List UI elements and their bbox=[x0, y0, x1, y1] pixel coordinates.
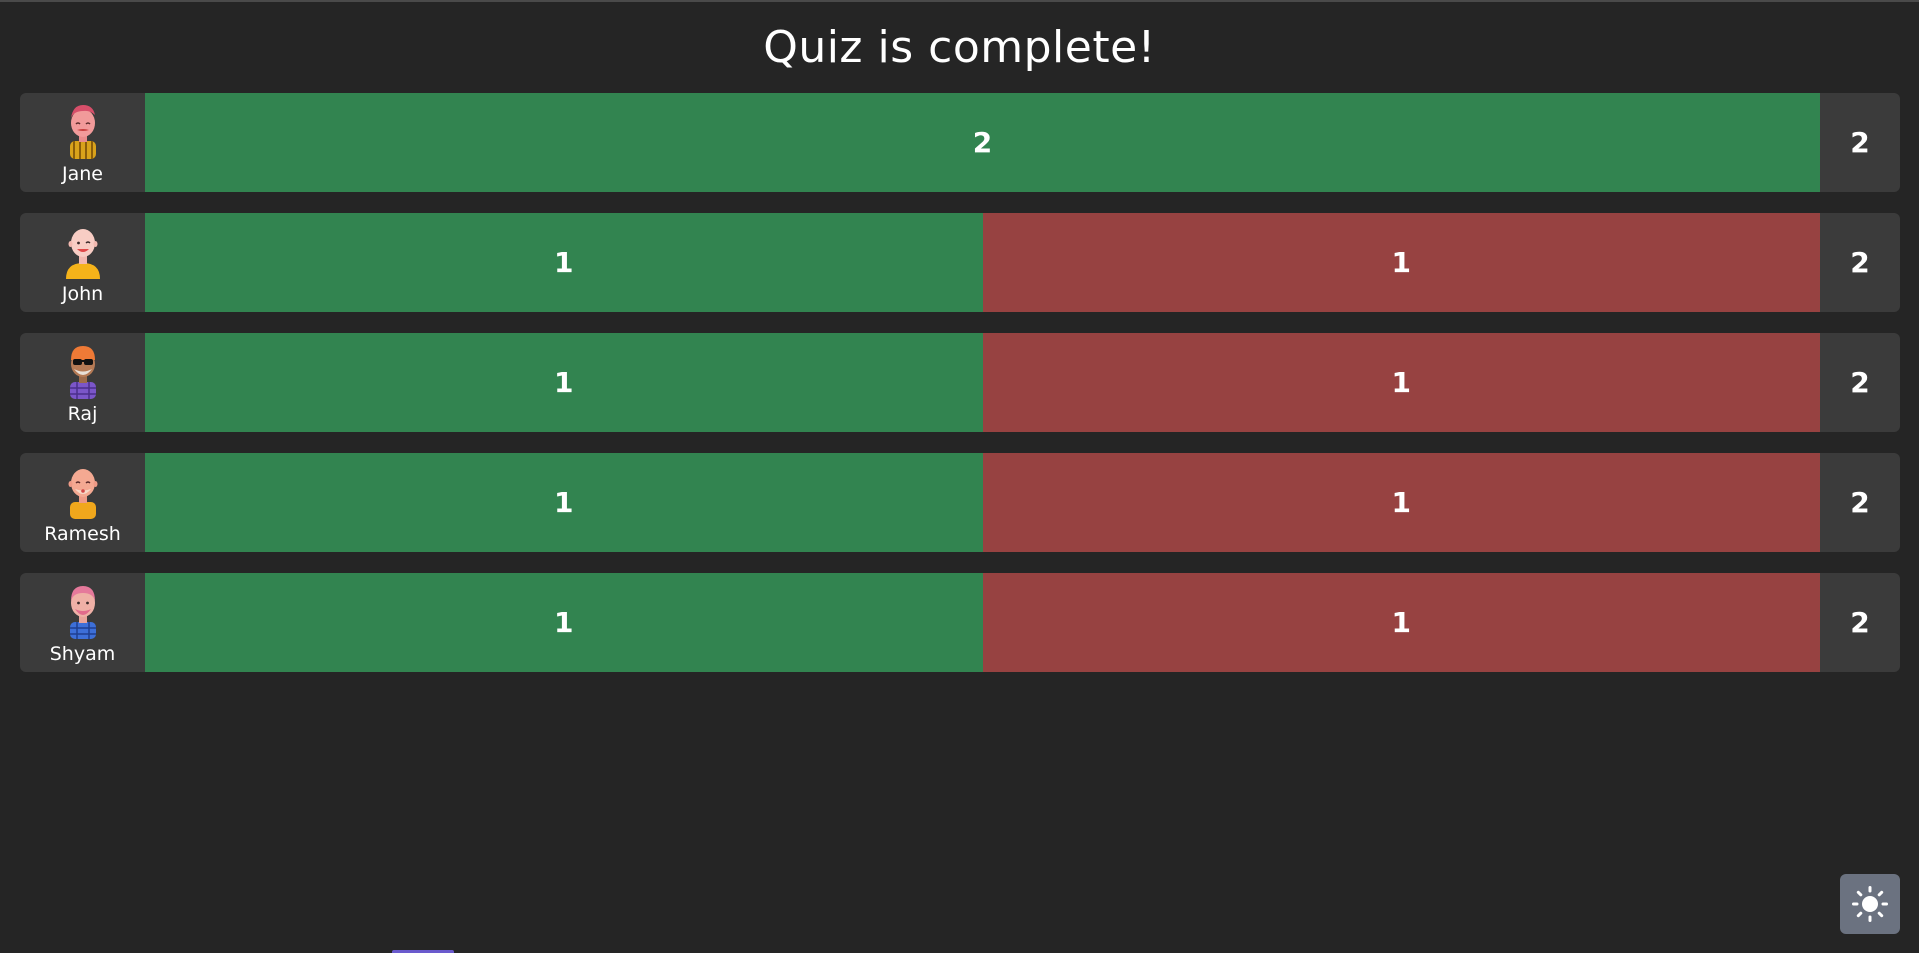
player-name: Raj bbox=[67, 403, 98, 425]
player-info: Shyam bbox=[20, 573, 145, 672]
wrong-bar: 1 bbox=[982, 213, 1820, 312]
result-row: Shyam 1 1 2 bbox=[20, 573, 1900, 672]
top-divider bbox=[0, 0, 1919, 2]
wrong-bar: 1 bbox=[982, 333, 1820, 432]
wrong-bar: 1 bbox=[982, 453, 1820, 552]
total-questions: 2 bbox=[1850, 246, 1870, 279]
player-name: Ramesh bbox=[44, 523, 121, 545]
score-bars: 2 0 bbox=[145, 93, 1820, 192]
wrong-bar: 1 bbox=[982, 573, 1820, 672]
sun-icon bbox=[1852, 886, 1888, 922]
player-name: Jane bbox=[62, 163, 103, 185]
avatar-raj-icon bbox=[69, 346, 96, 399]
theme-toggle-button[interactable] bbox=[1840, 874, 1900, 934]
score-bars: 1 1 bbox=[145, 213, 1820, 312]
player-info: John bbox=[20, 213, 145, 312]
results-list: Jane 2 0 2 John 1 1 2 bbox=[20, 93, 1900, 693]
player-info: Ramesh bbox=[20, 453, 145, 552]
result-row: Ramesh 1 1 2 bbox=[20, 453, 1900, 552]
score-bars: 1 1 bbox=[145, 453, 1820, 552]
total-questions: 2 bbox=[1850, 486, 1870, 519]
correct-bar: 2 bbox=[145, 93, 1820, 192]
total-questions: 2 bbox=[1850, 606, 1870, 639]
correct-bar: 1 bbox=[145, 333, 983, 432]
correct-bar: 1 bbox=[145, 453, 983, 552]
total-questions: 2 bbox=[1850, 366, 1870, 399]
avatar-jane-icon bbox=[69, 105, 96, 159]
player-name: John bbox=[61, 283, 104, 305]
score-bars: 1 1 bbox=[145, 573, 1820, 672]
correct-bar: 1 bbox=[145, 573, 983, 672]
player-info: Raj bbox=[20, 333, 145, 432]
total-questions: 2 bbox=[1850, 126, 1870, 159]
correct-bar: 1 bbox=[145, 213, 983, 312]
result-row: John 1 1 2 bbox=[20, 213, 1900, 312]
player-name: Shyam bbox=[49, 643, 116, 665]
avatar-john-icon bbox=[65, 229, 100, 279]
result-row: Jane 2 0 2 bbox=[20, 93, 1900, 192]
avatar-ramesh-icon bbox=[68, 469, 97, 519]
player-info: Jane bbox=[20, 93, 145, 192]
avatar-shyam-icon bbox=[69, 586, 96, 639]
page-title: Quiz is complete! bbox=[763, 22, 1156, 73]
score-bars: 1 1 bbox=[145, 333, 1820, 432]
result-row: Raj 1 1 2 bbox=[20, 333, 1900, 432]
